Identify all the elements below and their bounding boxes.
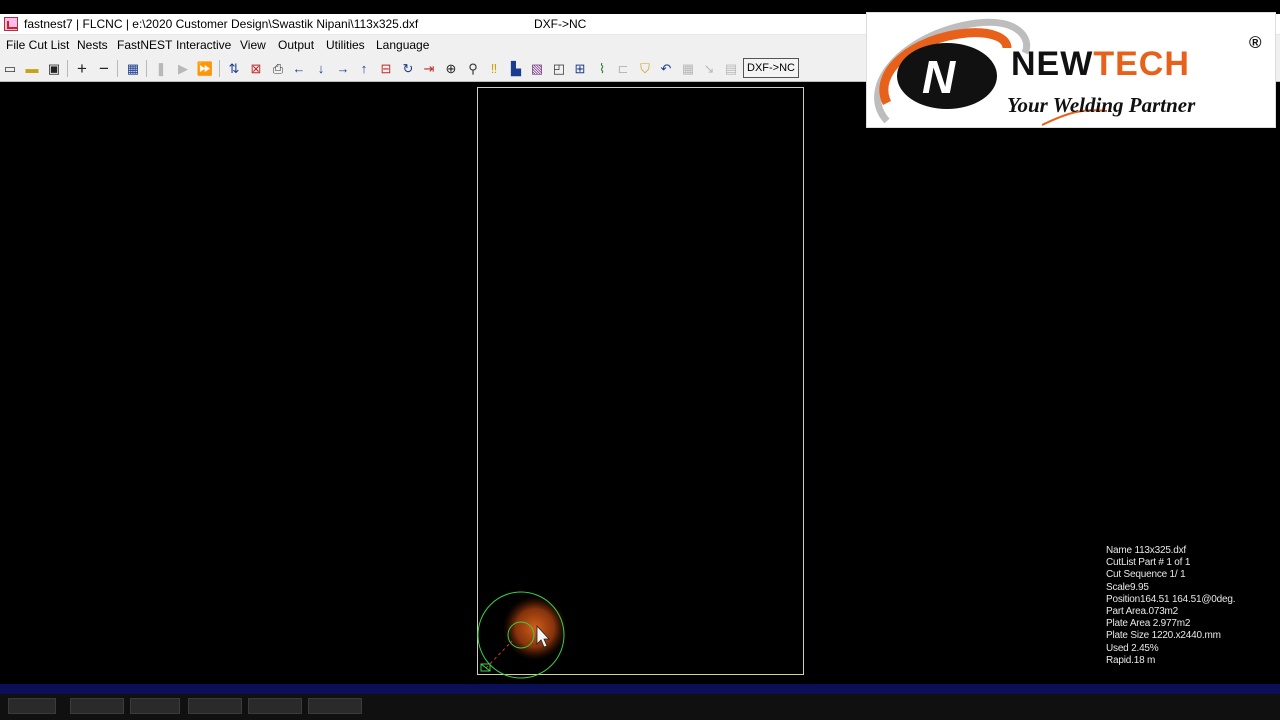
- newtech-logo-overlay: N NEWTECH ® Your Welding Partner: [866, 12, 1276, 128]
- toolbar-separator: [219, 60, 220, 77]
- taskbar-app-button[interactable]: [308, 698, 362, 714]
- taskbar-app-button[interactable]: [188, 698, 242, 714]
- remove-icon[interactable]: −: [95, 59, 113, 77]
- sort-up-icon[interactable]: ⇅: [225, 59, 243, 77]
- status-plate-size: Plate Size 1220.x2440.mm: [1106, 630, 1221, 642]
- brand-name: NEWTECH: [1011, 45, 1190, 83]
- registered-mark: ®: [1249, 33, 1262, 52]
- zoom-window-icon[interactable]: ◰: [550, 59, 568, 77]
- brand-tagline: Your Welding Partner: [1007, 93, 1196, 117]
- fast-forward-icon[interactable]: ⏩: [196, 59, 214, 77]
- arrow-left-icon[interactable]: ←: [290, 59, 308, 77]
- status-cut-sequence: Cut Sequence 1/ 1: [1106, 569, 1186, 581]
- arrow-down-icon[interactable]: ↓: [312, 59, 330, 77]
- fit-icon[interactable]: ⊞: [571, 59, 589, 77]
- taskbar-start-button[interactable]: [8, 698, 56, 714]
- arrow-up-icon[interactable]: ↑: [355, 59, 373, 77]
- status-cutlist-part: CutList Part # 1 of 1: [1106, 557, 1191, 569]
- new-file-icon[interactable]: ▭: [1, 59, 19, 77]
- taskbar-app-button[interactable]: [248, 698, 302, 714]
- add-part-icon[interactable]: ⊕: [442, 59, 460, 77]
- toolbar-separator: [67, 60, 68, 77]
- status-used: Used 2.45%: [1106, 642, 1159, 654]
- app-icon: [4, 17, 18, 31]
- status-rapid: Rapid.18 m: [1106, 654, 1156, 666]
- plate-outline: [477, 87, 804, 675]
- taskbar: [0, 694, 1280, 720]
- refresh-icon[interactable]: ↻: [399, 59, 417, 77]
- menu-nests[interactable]: Nests: [77, 38, 108, 52]
- status-part-area: Part Area.073m2: [1106, 606, 1179, 618]
- toolbar-separator: [146, 60, 147, 77]
- window-bottom-bar: [0, 684, 1280, 694]
- open-folder-icon[interactable]: ▬: [23, 59, 41, 77]
- dxf-nc-button[interactable]: DXF->NC: [743, 58, 799, 78]
- warning-icon[interactable]: ‼: [485, 59, 503, 77]
- window-title-mode: DXF->NC: [534, 17, 587, 31]
- pause-icon[interactable]: ❚: [152, 59, 170, 77]
- svg-text:N: N: [922, 51, 956, 103]
- path-icon[interactable]: ⌇: [593, 59, 611, 77]
- taskbar-app-button[interactable]: [130, 698, 180, 714]
- table-disabled-icon[interactable]: ▤: [722, 59, 740, 77]
- menu-utilities[interactable]: Utilities: [326, 38, 365, 52]
- status-position: Position164.51 164.51@0deg.: [1106, 593, 1236, 605]
- move-right-icon[interactable]: ⇥: [420, 59, 438, 77]
- window-title: fastnest7 | FLCNC | e:\2020 Customer Des…: [24, 17, 419, 31]
- status-plate-area: Plate Area 2.977m2: [1106, 618, 1191, 630]
- add-icon[interactable]: +: [73, 59, 91, 77]
- lock-icon[interactable]: ⛉: [636, 59, 654, 77]
- status-name: Name 113x325.dxf: [1106, 545, 1186, 556]
- status-panel: Name 113x325.dxf CutList Part # 1 of 1 C…: [1106, 545, 1236, 667]
- toolbar-separator: [117, 60, 118, 77]
- pointer-disabled-icon[interactable]: ↘: [700, 59, 718, 77]
- undo-icon[interactable]: ↶: [657, 59, 675, 77]
- play-icon[interactable]: ▶: [174, 59, 192, 77]
- taskbar-app-button[interactable]: [70, 698, 124, 714]
- grid-icon[interactable]: ▦: [124, 59, 142, 77]
- grid-disabled-icon[interactable]: ▦: [679, 59, 697, 77]
- save-icon[interactable]: ▣: [45, 59, 63, 77]
- rectangle-icon[interactable]: ▧: [528, 59, 546, 77]
- menu-fastnest[interactable]: FastNEST: [117, 38, 172, 52]
- menu-interactive[interactable]: Interactive: [176, 38, 231, 52]
- disabled-icon[interactable]: ⊏: [614, 59, 632, 77]
- menu-language[interactable]: Language: [376, 38, 429, 52]
- arrow-right-icon[interactable]: →: [334, 59, 352, 77]
- stack-icon[interactable]: ▙: [507, 59, 525, 77]
- print-part-icon[interactable]: ⊟: [377, 59, 395, 77]
- status-scale: Scale9.95: [1106, 581, 1149, 593]
- print-icon[interactable]: ⎙: [269, 59, 287, 77]
- menu-view[interactable]: View: [240, 38, 266, 52]
- menu-file-cut-list[interactable]: File Cut List: [6, 38, 69, 52]
- zoom-icon[interactable]: ⚲: [464, 59, 482, 77]
- cancel-icon[interactable]: ⊠: [247, 59, 265, 77]
- menu-output[interactable]: Output: [278, 38, 314, 52]
